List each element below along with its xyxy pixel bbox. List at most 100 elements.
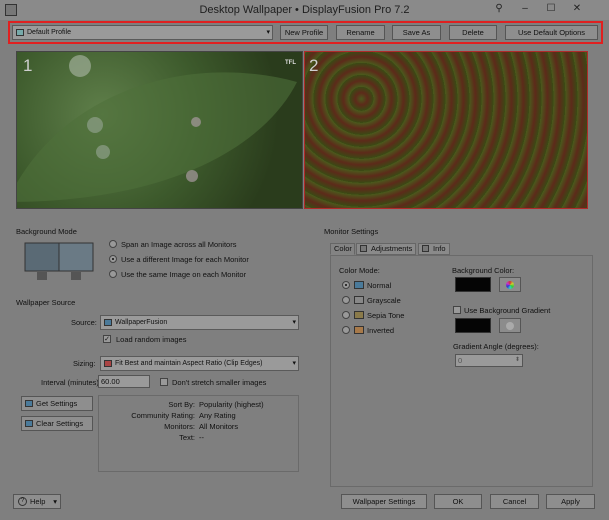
gradient-angle-value: 0 bbox=[458, 356, 463, 365]
get-settings-icon bbox=[25, 400, 33, 407]
background-color-label: Background Color: bbox=[452, 266, 515, 275]
span-image-radio[interactable] bbox=[109, 240, 117, 248]
sepia-tone-radio[interactable] bbox=[342, 311, 350, 319]
wallpaper-settings-button[interactable]: Wallpaper Settings bbox=[341, 494, 427, 509]
different-image-radio[interactable] bbox=[109, 255, 117, 263]
gradient-wheel-icon bbox=[506, 322, 514, 330]
chevron-down-icon: ▾ bbox=[53, 497, 57, 506]
monitors-illustration-icon bbox=[21, 239, 97, 285]
load-random-label: Load random images bbox=[116, 335, 187, 344]
normal-mode-icon bbox=[354, 281, 364, 289]
ok-button[interactable]: OK bbox=[434, 494, 482, 509]
gradient-angle-label: Gradient Angle (degrees): bbox=[453, 342, 539, 351]
same-image-label: Use the same Image on each Monitor bbox=[121, 270, 247, 279]
use-default-options-button[interactable]: Use Default Options bbox=[505, 25, 598, 40]
sepia-mode-icon bbox=[354, 311, 364, 319]
adjustments-icon bbox=[360, 245, 367, 252]
help-button[interactable]: ? Help ▾ bbox=[13, 494, 61, 509]
rename-button[interactable]: Rename bbox=[336, 25, 385, 40]
sort-by-key: Sort By: bbox=[168, 400, 195, 409]
monitor-1-number: 1 bbox=[23, 56, 33, 75]
sizing-select-value: Fit Best and maintain Aspect Ratio (Clip… bbox=[115, 360, 263, 367]
span-image-label: Span an Image across all Monitors bbox=[121, 240, 237, 249]
color-mode-label: Color Mode: bbox=[339, 266, 380, 275]
different-image-label: Use a different Image for each Monitor bbox=[121, 255, 249, 264]
sizing-select[interactable]: Fit Best and maintain Aspect Ratio (Clip… bbox=[100, 356, 299, 371]
gradient-color-swatch[interactable] bbox=[455, 318, 491, 333]
monitor-2-preview[interactable]: 2 bbox=[304, 51, 588, 209]
apply-button[interactable]: Apply bbox=[546, 494, 595, 509]
dont-stretch-checkbox[interactable] bbox=[160, 378, 168, 386]
use-gradient-checkbox[interactable] bbox=[453, 306, 461, 314]
source-select[interactable]: WallpaperFusion ▾ bbox=[100, 315, 299, 330]
tab-color[interactable]: Color bbox=[330, 243, 355, 255]
clear-settings-label: Clear Settings bbox=[36, 419, 84, 428]
background-color-swatch[interactable] bbox=[455, 277, 491, 292]
load-random-checkbox[interactable]: ✓ bbox=[103, 335, 111, 343]
source-select-value: WallpaperFusion bbox=[115, 319, 168, 326]
inverted-label: Inverted bbox=[367, 326, 395, 335]
maximize-icon[interactable]: ☐ bbox=[540, 2, 562, 16]
help-label: Help bbox=[30, 497, 46, 506]
tab-adjustments-label: Adjustments bbox=[371, 244, 413, 253]
wallpaper-source-heading: Wallpaper Source bbox=[16, 298, 76, 307]
community-rating-value: Any Rating bbox=[199, 411, 236, 420]
interval-label: Interval (minutes): bbox=[41, 378, 102, 387]
monitor-2-number: 2 bbox=[309, 56, 319, 75]
chevron-down-icon: ▾ bbox=[292, 360, 296, 367]
interval-input[interactable]: 60.00 bbox=[98, 375, 150, 388]
monitor-icon bbox=[16, 29, 24, 36]
info-icon bbox=[422, 245, 429, 252]
same-image-radio[interactable] bbox=[109, 270, 117, 278]
text-key: Text: bbox=[179, 433, 195, 442]
use-gradient-label: Use Background Gradient bbox=[464, 306, 551, 315]
leaf-image bbox=[17, 55, 297, 202]
chevron-down-icon: ▾ bbox=[266, 29, 270, 36]
get-settings-button[interactable]: Get Settings bbox=[21, 396, 93, 411]
grayscale-mode-icon bbox=[354, 296, 364, 304]
get-settings-label: Get Settings bbox=[36, 399, 78, 408]
close-icon[interactable]: ✕ bbox=[566, 2, 588, 16]
chevron-down-icon: ▾ bbox=[292, 319, 296, 326]
tab-info[interactable]: Info bbox=[418, 243, 450, 255]
clear-settings-icon bbox=[25, 420, 33, 427]
tab-info-label: Info bbox=[433, 244, 446, 253]
monitor-1-preview[interactable]: 1 TFL bbox=[16, 51, 303, 209]
community-rating-key: Community Rating: bbox=[131, 411, 195, 420]
minimize-icon[interactable]: – bbox=[514, 2, 536, 16]
grayscale-label: Grayscale bbox=[367, 296, 401, 305]
source-label: Source: bbox=[71, 318, 97, 327]
sizing-label: Sizing: bbox=[73, 359, 96, 368]
inverted-radio[interactable] bbox=[342, 326, 350, 334]
gradient-color-picker-button[interactable] bbox=[499, 318, 521, 333]
grayscale-radio[interactable] bbox=[342, 296, 350, 304]
background-mode-heading: Background Mode bbox=[16, 227, 77, 236]
normal-radio[interactable] bbox=[342, 281, 350, 289]
help-icon: ? bbox=[18, 497, 27, 506]
sort-by-value: Popularity (highest) bbox=[199, 400, 264, 409]
new-profile-button[interactable]: New Profile bbox=[280, 25, 328, 40]
monitors-key: Monitors: bbox=[164, 422, 195, 431]
spinner-icon[interactable]: ⬍ bbox=[515, 355, 520, 366]
source-info-box: Sort By: Popularity (highest) Community … bbox=[98, 395, 299, 472]
dont-stretch-label: Don't stretch smaller images bbox=[172, 378, 267, 387]
pin-icon[interactable]: ⚲ bbox=[488, 2, 510, 16]
gradient-angle-input[interactable]: 0 ⬍ bbox=[455, 354, 523, 367]
save-as-button[interactable]: Save As bbox=[392, 25, 441, 40]
text-value: -- bbox=[199, 433, 204, 442]
tab-adjustments[interactable]: Adjustments bbox=[356, 243, 416, 255]
inverted-mode-icon bbox=[354, 326, 364, 334]
color-picker-button[interactable] bbox=[499, 277, 521, 292]
profile-select-value: Default Profile bbox=[27, 29, 71, 36]
color-wheel-icon bbox=[506, 281, 514, 289]
monitor-settings-heading: Monitor Settings bbox=[324, 227, 379, 236]
sepia-tone-label: Sepia Tone bbox=[367, 311, 405, 320]
tfl-badge: TFL bbox=[285, 60, 296, 66]
normal-label: Normal bbox=[367, 281, 392, 290]
profile-select[interactable]: Default Profile ▾ bbox=[12, 25, 273, 40]
sizing-icon bbox=[104, 360, 112, 367]
monitors-value: All Monitors bbox=[199, 422, 239, 431]
cancel-button[interactable]: Cancel bbox=[490, 494, 539, 509]
delete-button[interactable]: Delete bbox=[449, 25, 497, 40]
clear-settings-button[interactable]: Clear Settings bbox=[21, 416, 93, 431]
